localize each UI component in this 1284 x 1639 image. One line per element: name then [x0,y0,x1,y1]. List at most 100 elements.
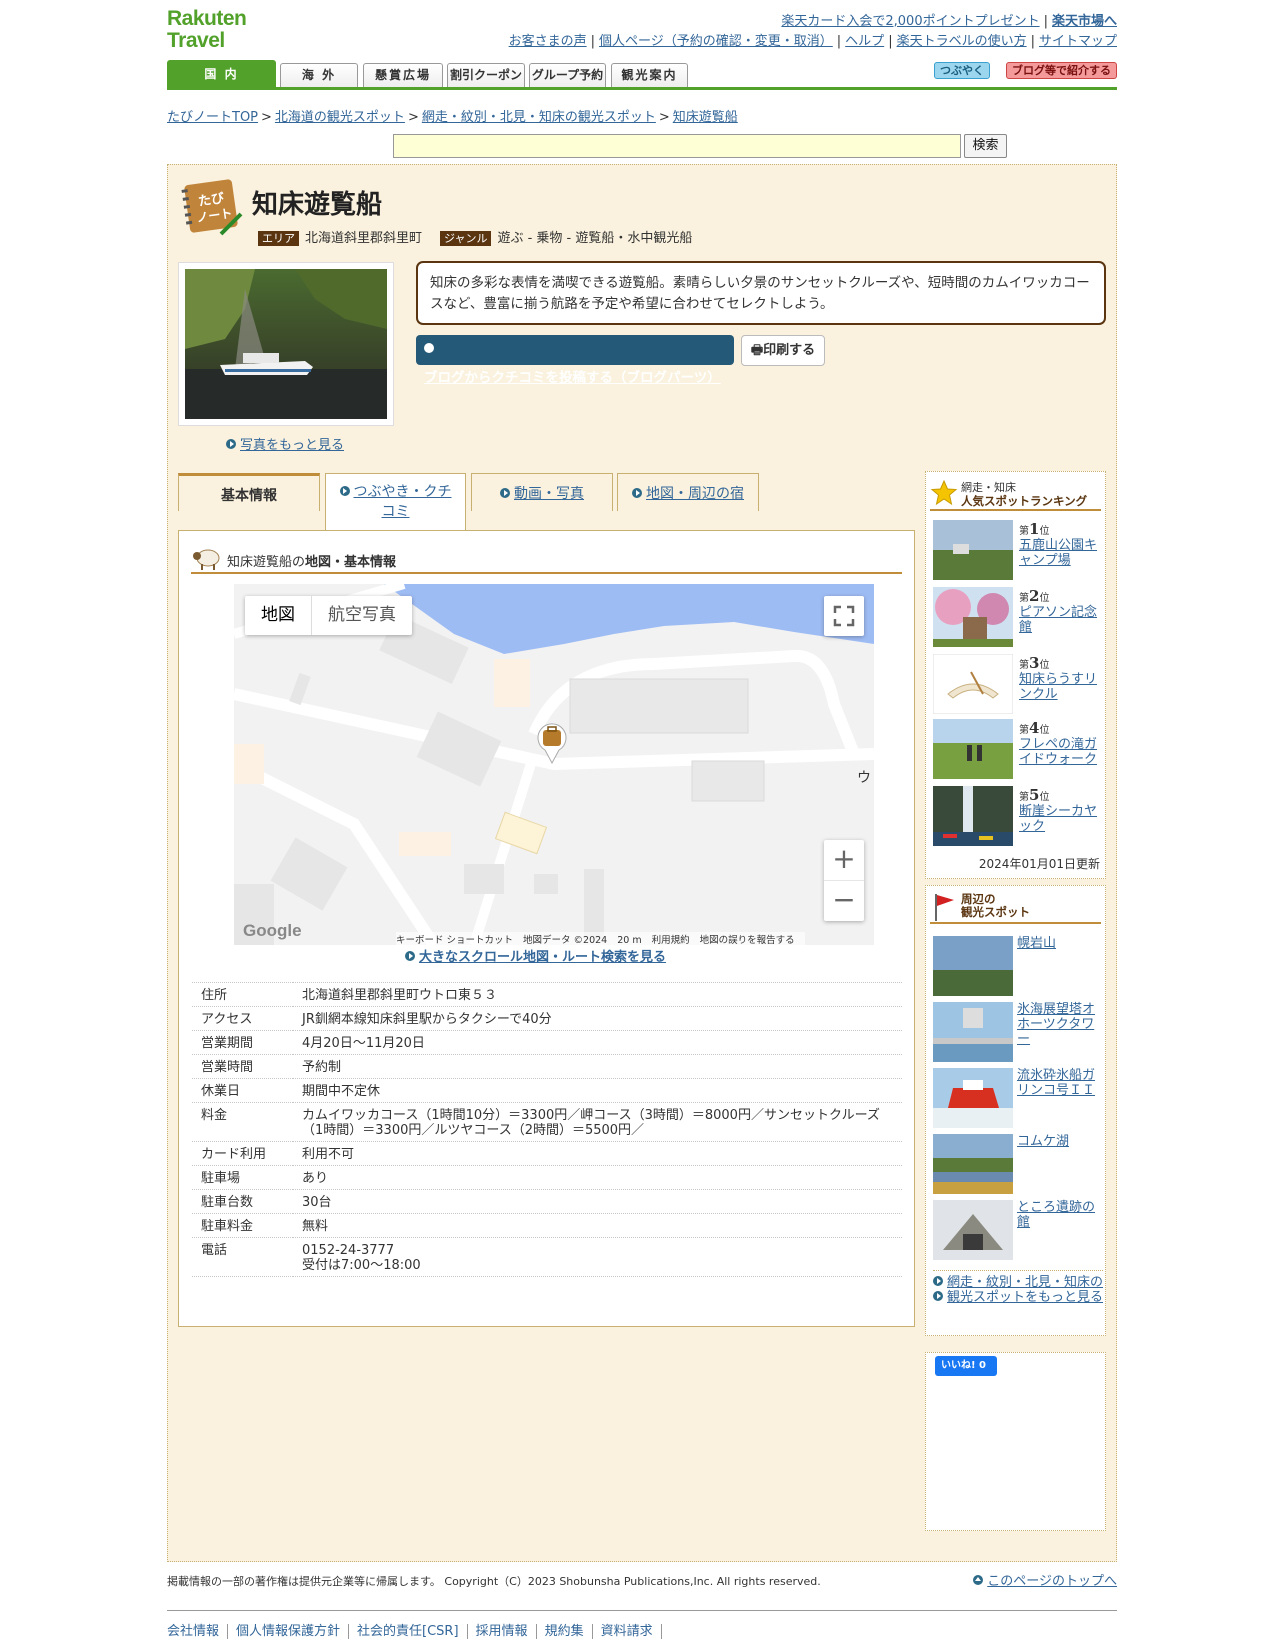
keyboard-shortcuts-link[interactable]: キーボード ショートカット [396,935,513,946]
nearby-name[interactable]: コムケ湖 [1017,1134,1103,1149]
fullscreen-icon [833,605,855,627]
fullscreen-button[interactable] [824,596,864,636]
ranking-item[interactable]: 第2位 ピアソン記念館 [933,587,1103,647]
breadcrumb-area[interactable]: 網走・紋別・北見・知床の観光スポット [422,110,656,125]
more-photos-link[interactable]: 写真をもっと見る [226,434,344,453]
ranking-thumb[interactable] [933,719,1013,779]
zoom-control: + − [824,840,864,921]
footer-link-csr[interactable]: 社会的責任[CSR] [349,1624,468,1639]
google-map[interactable] [234,584,874,945]
nearby-thumb[interactable] [933,1002,1013,1062]
more-photos-text[interactable]: 写真をもっと見る [240,438,344,453]
ranking-thumb[interactable] [933,654,1013,714]
nav-tab-sightseeing[interactable]: 観光案内 [611,63,688,87]
tsubuyaku-button[interactable]: つぶやく [934,62,990,79]
logo-line1: Rakuten [167,7,247,30]
ranking-name[interactable]: 断崖シーカヤック [1019,804,1103,834]
tab-video-photo[interactable]: 動画・写真 [471,473,613,511]
zoom-in-button[interactable]: + [824,840,864,880]
ranking-name[interactable]: フレペの滝ガイドウォーク [1019,737,1103,767]
nearby-more-link[interactable]: 網走・紋別・北見・知床の 観光スポットをもっと見る [933,1270,1103,1305]
map-type-map-button[interactable]: 地図 [245,596,312,635]
nav-tab-group[interactable]: グループ予約 [529,63,606,87]
nearby-item[interactable]: 流氷砕氷船ガリンコ号ＩＩ [933,1068,1103,1128]
map-pin-marker[interactable] [537,722,567,765]
nav-tab-overseas[interactable]: 海 外 [280,63,358,87]
nearby-more-line2[interactable]: 観光スポットをもっと見る [947,1290,1103,1305]
footer-link-terms[interactable]: 規約集 [536,1624,593,1639]
ranking-item[interactable]: 第1位 五鹿山公園キャンプ場 [933,520,1103,580]
customer-voice-link[interactable]: お客さまの声 [509,34,587,49]
flag-icon [935,894,954,921]
my-page-link[interactable]: 個人ページ（予約の確認・変更・取消） [599,34,833,49]
breadcrumb-current[interactable]: 知床遊覧船 [673,110,738,125]
footer-link-recruit[interactable]: 採用情報 [467,1624,537,1639]
map-scale[interactable]: 20 m [617,935,641,946]
ranking-thumb[interactable] [933,587,1013,647]
nearby-item[interactable]: ところ遺跡の館 [933,1200,1103,1260]
sitemap-link[interactable]: サイトマップ [1039,34,1117,49]
help-link[interactable]: ヘルプ [845,34,884,49]
ranking-item[interactable]: 第4位 フレペの滝ガイドウォーク [933,719,1103,779]
nearby-thumb[interactable] [933,1134,1013,1194]
page-top-text[interactable]: このページのトップへ [987,1574,1117,1589]
google-logo[interactable]: Google [243,921,302,941]
spot-photo[interactable] [178,262,394,426]
nearby-name[interactable]: 流氷砕氷船ガリンコ号ＩＩ [1017,1068,1103,1098]
ranking-thumb[interactable] [933,786,1013,846]
search-button[interactable]: 検索 [964,134,1007,158]
rakuten-travel-logo[interactable]: Rakuten Travel [167,8,257,54]
nav-tab-coupon[interactable]: 割引クーポン [447,63,525,87]
facebook-like-button[interactable]: いいね! 0 [935,1356,997,1376]
ranking-name[interactable]: 知床らうすリンクル [1019,672,1103,702]
tab-basic-info[interactable]: 基本情報 [178,473,320,511]
footer-link-company[interactable]: 会社情報 [167,1624,229,1639]
ranking-thumb[interactable] [933,520,1013,580]
footer-link-request[interactable]: 資料請求 [592,1624,662,1639]
nav-tab-domestic[interactable]: 国 内 [167,60,276,87]
ranking-title: 人気スポットランキング [961,494,1088,508]
tab-map-hotels-label[interactable]: 地図・周辺の宿 [646,486,744,502]
tab-tsubuyaki[interactable]: つぶやき・クチコミ [325,473,466,530]
info-label: 駐車台数 [192,1189,293,1214]
ranking-item[interactable]: 第5位 断崖シーカヤック [933,786,1103,846]
breadcrumb-hokkaido[interactable]: 北海道の観光スポット [275,110,405,125]
map-type-aerial-button[interactable]: 航空写真 [312,596,412,635]
ranking-name[interactable]: 五鹿山公園キャンプ場 [1019,538,1103,568]
tab-map-hotels[interactable]: 地図・周辺の宿 [617,473,759,511]
map-terms-link[interactable]: 利用規約 [652,935,690,946]
nearby-thumb[interactable] [933,936,1013,996]
tab-tsubuyaki-label[interactable]: つぶやき・クチコミ [354,484,452,520]
nearby-more-line1[interactable]: 網走・紋別・北見・知床の [947,1275,1103,1290]
info-value: 期間中不定休 [293,1078,902,1103]
big-map-text[interactable]: 大きなスクロール地図・ルート検索を見る [419,950,666,965]
nearby-title-line2: 観光スポット [961,905,1030,919]
nearby-item[interactable]: コムケ湖 [933,1134,1103,1194]
big-map-link[interactable]: 大きなスクロール地図・ルート検索を見る [405,946,666,965]
nearby-item[interactable]: 氷海展望塔オホーツクタワー [933,1002,1103,1062]
nearby-name[interactable]: ところ遺跡の館 [1017,1200,1103,1230]
ichiba-link[interactable]: 楽天市場へ [1052,14,1117,29]
info-value: 北海道斜里郡斜里町ウトロ東５３ [293,982,902,1007]
card-campaign-link[interactable]: 楽天カード入会で2,000ポイントプレゼント [781,14,1039,29]
footer-link-privacy[interactable]: 個人情報保護方針 [228,1624,350,1639]
nearby-name[interactable]: 氷海展望塔オホーツクタワー [1017,1002,1103,1047]
arrow-bullet-icon [632,488,642,498]
nearby-thumb[interactable] [933,1200,1013,1260]
zoom-out-button[interactable]: − [824,881,864,921]
nearby-item[interactable]: 幌岩山 [933,936,1103,996]
blog-share-button[interactable]: ブログ等で紹介する [1006,62,1117,79]
breadcrumb-top[interactable]: たびノートTOP [167,110,258,125]
nearby-name[interactable]: 幌岩山 [1017,936,1103,951]
ranking-name[interactable]: ピアソン記念館 [1019,605,1103,635]
howto-link[interactable]: 楽天トラベルの使い方 [897,34,1027,49]
blog-review-button[interactable]: ブログからクチコミを投稿する（ブログパーツ） [416,335,734,386]
page-top-link[interactable]: このページのトップへ [973,1570,1117,1589]
ranking-item[interactable]: 第3位 知床らうすリンクル [933,654,1103,714]
tab-video-photo-label[interactable]: 動画・写真 [514,486,584,502]
search-input[interactable] [393,134,961,158]
nav-tab-prize[interactable]: 懸賞広場 [363,63,443,87]
nearby-thumb[interactable] [933,1068,1013,1128]
map-report-link[interactable]: 地図の誤りを報告する [700,935,795,946]
print-button[interactable]: 🖶印刷する [741,335,825,366]
